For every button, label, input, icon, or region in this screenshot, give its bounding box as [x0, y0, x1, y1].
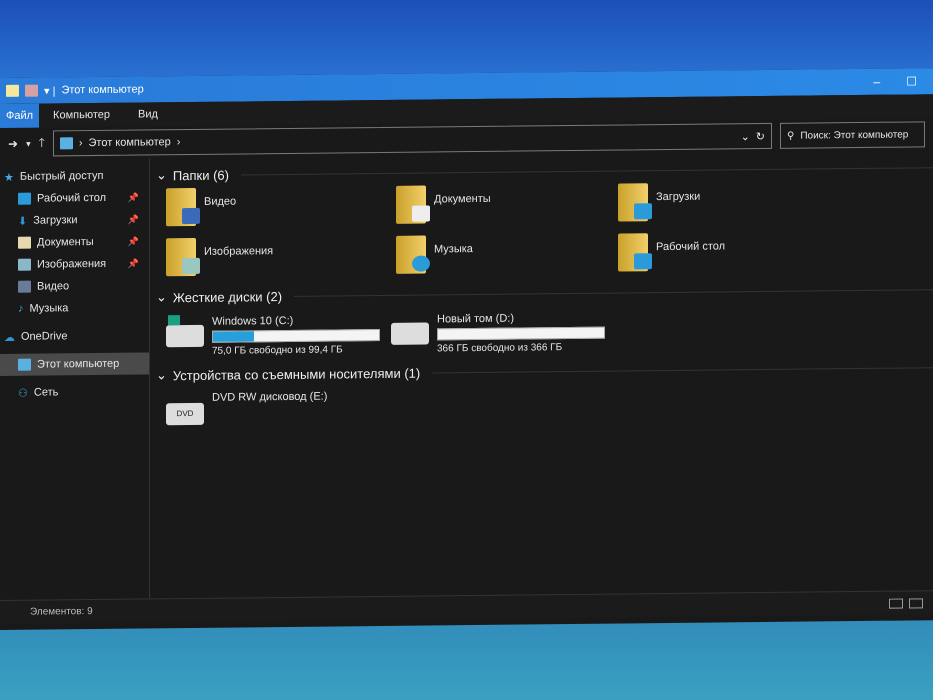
nav-label: Документы: [37, 236, 94, 249]
minimize-button[interactable]: –: [874, 75, 881, 89]
nav-label: Рабочий стол: [37, 191, 107, 205]
tab-view[interactable]: Вид: [124, 102, 172, 127]
nav-music[interactable]: ♪ Музыка: [0, 296, 149, 320]
drive-e[interactable]: DVD DVD RW дисковод (E:): [166, 384, 396, 442]
hard-drive-icon: [391, 322, 429, 345]
folder-item[interactable]: Видео: [166, 184, 396, 236]
documents-folder-icon: [396, 185, 430, 224]
chevron-down-icon: ⌄: [156, 367, 167, 383]
cloud-icon: ☁: [4, 331, 15, 344]
nav-pictures[interactable]: Изображения 📌: [0, 252, 149, 276]
properties-icon[interactable]: [6, 84, 19, 97]
customize-dropdown-icon[interactable]: ▾ |: [44, 84, 55, 97]
pin-icon[interactable]: 📌: [128, 192, 139, 203]
search-input[interactable]: ⚲ Поиск: Этот компьютер: [780, 121, 925, 149]
maximize-button[interactable]: ☐: [906, 74, 917, 88]
pictures-folder-icon: [166, 237, 200, 277]
drive-name: Новый том (D:): [437, 312, 514, 325]
network-icon: ⚇: [18, 387, 28, 400]
folder-item[interactable]: Рабочий стол: [618, 229, 848, 281]
nav-label: Этот компьютер: [37, 357, 120, 371]
drive-c[interactable]: Windows 10 (C:) 75,0 ГБ свободно из 99,4 …: [166, 306, 391, 364]
usage-bar: [212, 328, 380, 343]
search-placeholder: Поиск: Этот компьютер: [800, 128, 909, 142]
folder-name: Документы: [434, 192, 491, 206]
chevron-down-icon: ⌄: [156, 289, 167, 305]
new-folder-icon[interactable]: [25, 84, 38, 97]
folder-item[interactable]: Музыка: [396, 232, 618, 284]
forward-button[interactable]: ➜: [8, 137, 18, 151]
video-folder-icon: [166, 187, 200, 227]
usage-bar: [437, 326, 605, 340]
music-folder-icon: [396, 235, 430, 274]
tab-computer[interactable]: Компьютер: [39, 103, 124, 128]
refresh-button[interactable]: ↻: [756, 129, 765, 142]
group-title: Папки (6): [172, 167, 229, 183]
desktop-folder-icon: [618, 233, 652, 272]
drive-name: DVD RW дисковод (E:): [212, 390, 328, 404]
video-icon: [18, 280, 31, 293]
windows-drive-icon: [166, 315, 204, 348]
drive-d[interactable]: Новый том (D:) 366 ГБ свободно из 366 ГБ: [391, 303, 621, 361]
folder-name: Рабочий стол: [656, 240, 726, 254]
breadcrumb-this-pc[interactable]: Этот компьютер: [89, 136, 171, 149]
pin-icon[interactable]: 📌: [128, 236, 139, 247]
computer-icon: [59, 137, 73, 150]
group-title: Устройства со съемными носителями (1): [172, 365, 421, 383]
folder-item[interactable]: Документы: [396, 182, 618, 234]
nav-label: OneDrive: [21, 330, 68, 343]
nav-label: Музыка: [29, 302, 69, 315]
search-icon: ⚲: [787, 130, 795, 142]
drive-free: 366 ГБ свободно из 366 ГБ: [437, 341, 563, 354]
window-title: Этот компьютер: [61, 83, 144, 97]
computer-icon: [18, 358, 31, 371]
address-bar[interactable]: › Этот компьютер › ⌄ ↻: [52, 122, 772, 157]
folder-name: Загрузки: [656, 190, 701, 204]
nav-downloads[interactable]: ⬇ Загрузки 📌: [0, 208, 149, 232]
nav-desktop[interactable]: Рабочий стол 📌: [0, 186, 149, 210]
navigation-pane: ★ Быстрый доступ Рабочий стол 📌 ⬇ Загрузки 📌…: [0, 158, 150, 601]
pin-icon[interactable]: 📌: [128, 214, 139, 225]
desktop-icon: [18, 192, 31, 205]
address-dropdown-icon[interactable]: ⌄: [741, 130, 750, 143]
dvd-drive-icon: DVD: [166, 402, 204, 426]
star-icon: ★: [4, 171, 14, 184]
nav-videos[interactable]: Видео: [0, 274, 149, 298]
details-view-button[interactable]: [889, 598, 903, 609]
nav-quick-access[interactable]: ★ Быстрый доступ: [0, 164, 149, 188]
drive-name: Windows 10 (C:): [212, 314, 294, 328]
download-icon: ⬇: [18, 215, 28, 228]
music-icon: ♪: [18, 302, 24, 315]
nav-onedrive[interactable]: ☁ OneDrive: [0, 324, 149, 348]
recent-dropdown-icon[interactable]: ▾: [26, 138, 31, 149]
nav-label: Быстрый доступ: [19, 169, 104, 183]
folder-name: Видео: [204, 195, 237, 208]
folder-name: Изображения: [204, 245, 274, 258]
drive-free: 75,0 ГБ свободно из 99,4 ГБ: [212, 343, 343, 357]
documents-icon: [18, 236, 31, 249]
large-icons-view-button[interactable]: [909, 597, 923, 608]
content-pane: ⌄ Папки (6) Видео Документы Загрузки Изоб…: [150, 150, 933, 598]
chevron-down-icon: ⌄: [156, 167, 167, 183]
pictures-icon: [18, 258, 31, 271]
nav-network[interactable]: ⚇ Сеть: [0, 380, 149, 404]
item-count: Элементов: 9: [30, 606, 93, 618]
folder-item[interactable]: Загрузки: [618, 179, 848, 231]
folder-name: Музыка: [434, 243, 473, 256]
nav-label: Сеть: [33, 386, 59, 399]
up-button[interactable]: 🡑: [39, 133, 45, 154]
nav-label: Изображения: [37, 257, 107, 271]
explorer-window: ▾ | Этот компьютер – ☐ Файл Компьютер Вид…: [0, 68, 933, 630]
nav-label: Загрузки: [33, 214, 78, 227]
group-title: Жесткие диски (2): [172, 288, 283, 305]
tab-file[interactable]: Файл: [0, 103, 40, 128]
downloads-folder-icon: [618, 183, 652, 222]
nav-label: Видео: [37, 280, 70, 293]
nav-documents[interactable]: Документы 📌: [0, 230, 149, 254]
pin-icon[interactable]: 📌: [128, 258, 139, 269]
nav-this-pc[interactable]: Этот компьютер: [0, 352, 149, 376]
folder-item[interactable]: Изображения: [166, 234, 396, 286]
